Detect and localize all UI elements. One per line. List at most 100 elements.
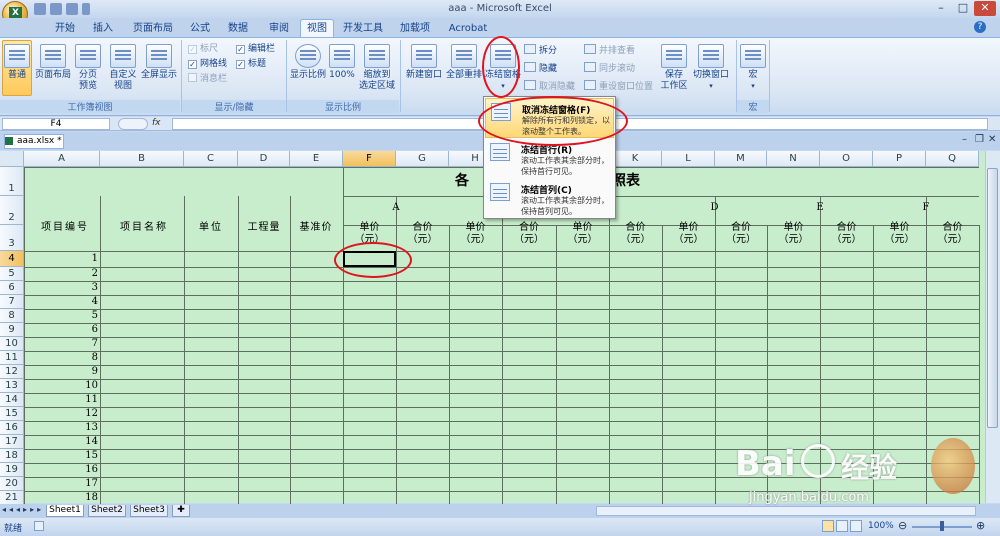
tab-acrobat[interactable]: Acrobat xyxy=(446,21,490,36)
row-header-10[interactable]: 10 xyxy=(0,337,24,351)
tab-view[interactable]: 视图 xyxy=(300,19,334,38)
tab-addins[interactable]: 加载项 xyxy=(396,21,434,36)
doc-restore-icon[interactable]: ❐ xyxy=(975,134,984,145)
item-number-cell[interactable]: 2 xyxy=(24,267,98,281)
formula-bar-expand-icon[interactable] xyxy=(118,118,148,130)
column-header-c[interactable]: C xyxy=(184,151,238,167)
row-header-8[interactable]: 8 xyxy=(0,309,24,323)
column-header-n[interactable]: N xyxy=(767,151,820,167)
row-header-14[interactable]: 14 xyxy=(0,393,24,407)
item-number-cell[interactable]: 1 xyxy=(24,251,98,267)
maximize-icon[interactable]: □ xyxy=(952,1,974,16)
row-header-16[interactable]: 16 xyxy=(0,421,24,435)
document-tab[interactable]: aaa.xlsx * xyxy=(4,134,64,149)
select-all-corner[interactable] xyxy=(0,151,24,167)
item-number-cell[interactable]: 5 xyxy=(24,309,98,323)
custom-views-button[interactable]: 自定义 视图 xyxy=(106,44,140,92)
tab-page-layout[interactable]: 页面布局 xyxy=(128,21,178,36)
minimize-icon[interactable]: – xyxy=(930,1,952,16)
undo-icon[interactable] xyxy=(50,3,62,15)
help-icon[interactable]: ? xyxy=(974,21,986,33)
doc-minimize-icon[interactable]: – xyxy=(962,134,967,145)
insert-sheet-icon[interactable]: ✚ xyxy=(172,505,190,517)
row-header-9[interactable]: 9 xyxy=(0,323,24,337)
column-header-p[interactable]: P xyxy=(873,151,926,167)
tab-review[interactable]: 审阅 xyxy=(264,21,294,36)
tab-insert[interactable]: 插入 xyxy=(88,21,118,36)
hide-button[interactable]: 隐藏 xyxy=(524,62,557,76)
new-window-button[interactable]: 新建窗口 xyxy=(404,44,444,81)
column-header-d[interactable]: D xyxy=(238,151,290,167)
item-number-cell[interactable]: 4 xyxy=(24,295,98,309)
formula-bar-checkbox[interactable]: ✓ 编辑栏 xyxy=(236,42,275,56)
normal-view-button[interactable]: 普通 xyxy=(2,44,32,81)
normal-view-status-icon[interactable] xyxy=(822,520,834,532)
item-number-cell[interactable]: 16 xyxy=(24,463,98,477)
headings-checkbox[interactable]: ✓ 标题 xyxy=(236,57,266,71)
item-number-cell[interactable]: 10 xyxy=(24,379,98,393)
zoom-to-selection-button[interactable]: 缩放到 选定区域 xyxy=(357,44,397,92)
zoom-out-icon[interactable]: ⊖ xyxy=(898,519,907,532)
row-header-5[interactable]: 5 xyxy=(0,267,24,281)
item-number-cell[interactable]: 13 xyxy=(24,421,98,435)
split-button[interactable]: 拆分 xyxy=(524,44,557,58)
item-number-cell[interactable]: 3 xyxy=(24,281,98,295)
row-header-1[interactable]: 1 xyxy=(0,167,24,196)
sheet-nav-arrows-icon[interactable]: ◂◂◂▸▸▸ xyxy=(2,505,44,514)
column-header-g[interactable]: G xyxy=(396,151,449,167)
tab-home[interactable]: 开始 xyxy=(50,21,80,36)
name-box[interactable]: F4 xyxy=(2,118,110,130)
tab-developer[interactable]: 开发工具 xyxy=(342,21,384,36)
column-header-e[interactable]: E xyxy=(290,151,343,167)
item-number-cell[interactable]: 17 xyxy=(24,477,98,491)
row-header-3[interactable]: 3 xyxy=(0,225,24,251)
item-number-cell[interactable]: 8 xyxy=(24,351,98,365)
row-header-4[interactable]: 4 xyxy=(0,251,24,267)
row-header-11[interactable]: 11 xyxy=(0,351,24,365)
sheet-tab-sheet1[interactable]: Sheet1 xyxy=(46,505,84,517)
switch-windows-button[interactable]: 切换窗口 ▾ xyxy=(690,44,732,92)
item-number-cell[interactable]: 7 xyxy=(24,337,98,351)
row-header-7[interactable]: 7 xyxy=(0,295,24,309)
page-break-status-icon[interactable] xyxy=(850,520,862,532)
zoom-slider-thumb[interactable] xyxy=(940,521,944,531)
page-layout-view-button[interactable]: 页面布局 xyxy=(34,44,72,81)
scroll-thumb[interactable] xyxy=(987,168,998,428)
column-header-o[interactable]: O xyxy=(820,151,873,167)
menu-item-freeze-first-column[interactable]: 冻结首列(C) 滚动工作表其余部分时，保持首列可见。 xyxy=(485,179,614,219)
column-header-q[interactable]: Q xyxy=(926,151,979,167)
full-screen-button[interactable]: 全屏显示 xyxy=(140,44,178,81)
item-number-cell[interactable]: 11 xyxy=(24,393,98,407)
sheet-tab-sheet3[interactable]: Sheet3 xyxy=(130,505,168,517)
item-number-cell[interactable]: 14 xyxy=(24,435,98,449)
row-header-18[interactable]: 18 xyxy=(0,449,24,463)
sheet-tab-sheet2[interactable]: Sheet2 xyxy=(88,505,126,517)
row-header-21[interactable]: 21 xyxy=(0,491,24,505)
zoom-in-icon[interactable]: ⊕ xyxy=(976,519,985,532)
item-number-cell[interactable]: 12 xyxy=(24,407,98,421)
macro-record-icon[interactable] xyxy=(34,521,44,531)
doc-close-icon[interactable]: ✕ xyxy=(988,134,996,145)
close-icon[interactable]: ✕ xyxy=(974,1,996,16)
tab-formulas[interactable]: 公式 xyxy=(186,21,214,36)
column-header-b[interactable]: B xyxy=(100,151,184,167)
qat-customize-icon[interactable] xyxy=(82,3,90,15)
column-header-k[interactable]: K xyxy=(609,151,662,167)
row-header-17[interactable]: 17 xyxy=(0,435,24,449)
zoom-button[interactable]: 显示比例 xyxy=(289,44,327,81)
item-number-cell[interactable]: 18 xyxy=(24,491,98,505)
row-header-12[interactable]: 12 xyxy=(0,365,24,379)
save-workspace-button[interactable]: 保存 工作区 xyxy=(658,44,690,92)
row-header-6[interactable]: 6 xyxy=(0,281,24,295)
row-header-19[interactable]: 19 xyxy=(0,463,24,477)
zoom-level[interactable]: 100% xyxy=(868,521,894,531)
row-header-13[interactable]: 13 xyxy=(0,379,24,393)
column-header-a[interactable]: A xyxy=(24,151,100,167)
insert-function-icon[interactable]: fx xyxy=(152,118,172,128)
row-header-2[interactable]: 2 xyxy=(0,196,24,225)
page-break-preview-button[interactable]: 分页 预览 xyxy=(74,44,102,92)
item-number-cell[interactable]: 6 xyxy=(24,323,98,337)
zoom-100-button[interactable]: 100% xyxy=(328,44,356,81)
row-header-20[interactable]: 20 xyxy=(0,477,24,491)
save-icon[interactable] xyxy=(34,3,46,15)
